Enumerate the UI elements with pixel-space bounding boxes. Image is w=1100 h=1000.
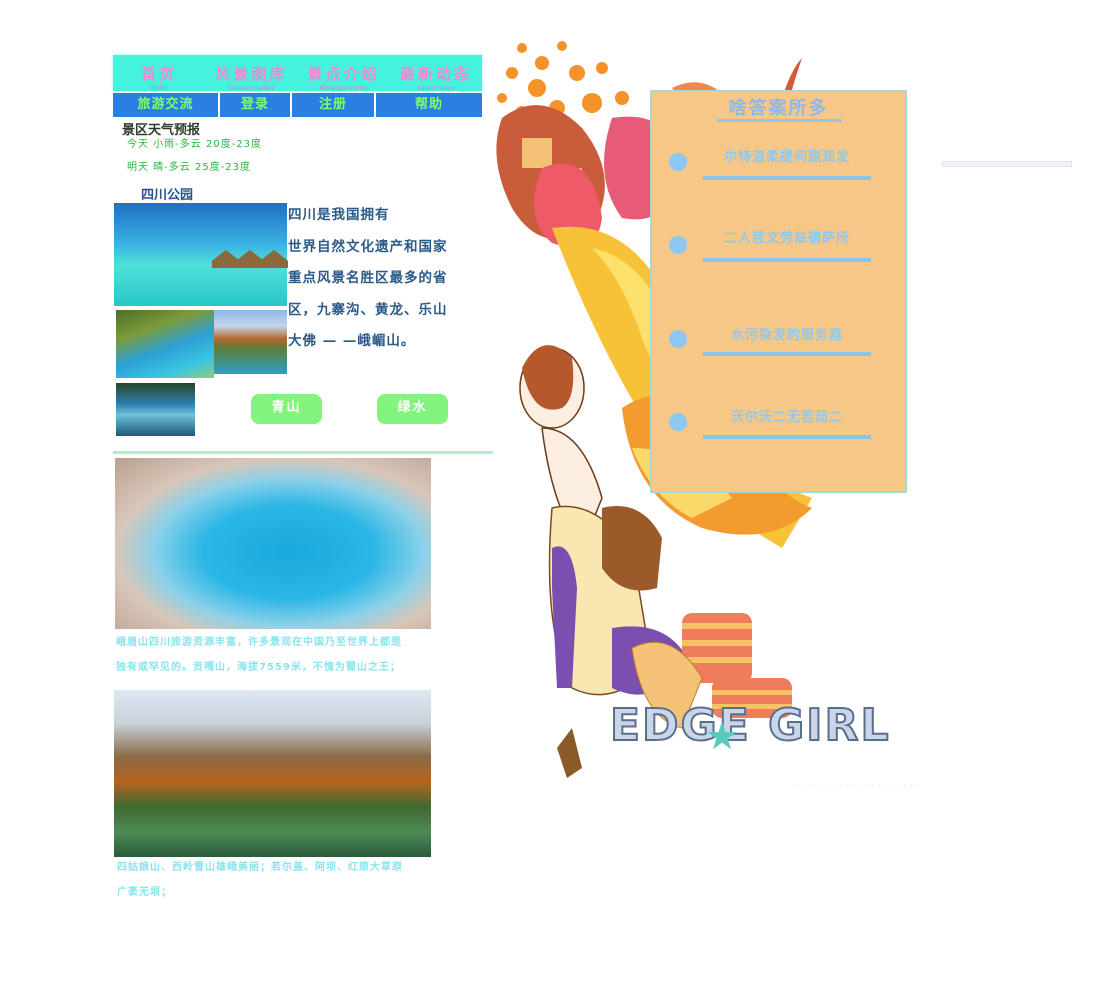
- article-line: 四姑娘山、西岭雪山雄峨美丽；若尔盖、阿坝、红原大草原: [117, 862, 403, 873]
- intro-line: 大佛 — —峨嵋山。: [288, 333, 416, 349]
- green-mountain-button[interactable]: 青山: [251, 394, 322, 424]
- edge-girl-logo: EDGE GIRL: [609, 699, 891, 752]
- nav-item-attractions[interactable]: 景点介绍 Attractions Intro: [298, 55, 390, 92]
- intro-line: 区，九寨沟、黄龙、乐山: [288, 301, 448, 318]
- nav-item-home[interactable]: 首页 HOME: [113, 55, 205, 92]
- panel-item-label: 沃尔沃二无若茹二: [730, 410, 843, 425]
- bullet-dot-icon: [669, 153, 687, 171]
- lake-photo: [116, 310, 214, 378]
- intro-line: 四川是我国拥有: [288, 207, 390, 223]
- nav-item-sublabel: Scenery Gallery: [227, 85, 276, 92]
- subnav-register[interactable]: 注册: [292, 93, 374, 117]
- mountain-lake-photo: [214, 310, 287, 374]
- article-text: 峨眉山四川旅游资源丰富，许多景观在中国乃至世界上都是 独有或罕见的。贡嘎山，海拔…: [116, 630, 402, 680]
- bullet-dot-icon: [669, 330, 687, 348]
- panel-item-underline: [703, 176, 871, 180]
- article-text: 四姑娘山、西岭雪山雄峨美丽；若尔盖、阿坝、红原大草原 广袤无垠；: [117, 855, 403, 905]
- weather-tomorrow: 明天 晴-多云 25度-23度: [127, 162, 252, 173]
- panel-item-label: 水污染发的服务器: [730, 328, 843, 343]
- park-title: 四川公园: [141, 188, 194, 203]
- park-intro: 四川是我国拥有 世界自然文化遗产和国家 重点风景名胜区最多的省 区，九寨沟、黄龙…: [288, 200, 488, 358]
- autumn-mountain-photo: [114, 690, 431, 857]
- panel-item-underline: [703, 258, 871, 262]
- bullet-dot-icon: [669, 236, 687, 254]
- watermark: · · · · · · · · · · · · · · · · · · · ·: [794, 782, 920, 790]
- intro-line: 世界自然文化遗产和国家: [288, 238, 448, 255]
- nav-item-sublabel: HOME: [150, 85, 169, 92]
- article-line: 广袤无垠；: [117, 887, 172, 898]
- nav-item-label: 最新动态: [399, 65, 472, 83]
- green-water-button[interactable]: 绿水: [377, 394, 448, 424]
- top-nav: 首页 HOME 风景图库 Scenery Gallery 景点介绍 Attrac…: [113, 55, 482, 92]
- nav-item-gallery[interactable]: 风景图库 Scenery Gallery: [205, 55, 297, 92]
- subnav-login[interactable]: 登录: [220, 93, 290, 117]
- panel-item-underline: [703, 435, 871, 439]
- intro-line: 重点风景名胜区最多的省: [288, 270, 448, 286]
- right-divider: [942, 161, 1072, 167]
- sub-nav: 旅游交流 登录 注册 帮助: [113, 93, 482, 117]
- nav-item-label: 首页: [141, 65, 178, 83]
- nav-item-label: 景点介绍: [307, 65, 380, 83]
- panel-item-underline: [703, 352, 871, 356]
- reflection-photo: [116, 383, 195, 436]
- beach-photo: [114, 203, 288, 306]
- nav-item-label: 风景图库: [215, 65, 288, 83]
- weather-today: 今天 小雨-多云 20度-23度: [127, 139, 263, 150]
- subnav-help[interactable]: 帮助: [376, 93, 482, 117]
- divider: [113, 451, 493, 454]
- subnav-travel-exchange[interactable]: 旅游交流: [113, 93, 218, 117]
- nav-item-sublabel: Latest News: [417, 85, 455, 92]
- panel-title: 啥答案所多: [728, 98, 829, 119]
- nav-item-sublabel: Attractions Intro: [319, 85, 368, 92]
- panel-item-label: 二人茬文劳兹德萨所: [723, 231, 850, 246]
- jiuzhai-lake-photo: [115, 458, 431, 629]
- qa-panel: 啥答案所多 尔特温柔提问题润发 二人茬文劳兹德萨所 水污染发的服务器 沃尔沃二无…: [650, 90, 907, 493]
- star-icon: ★: [705, 714, 740, 758]
- nav-item-news[interactable]: 最新动态 Latest News: [390, 55, 482, 92]
- bullet-dot-icon: [669, 413, 687, 431]
- article-line: 峨眉山四川旅游资源丰富，许多景观在中国乃至世界上都是: [116, 637, 402, 648]
- panel-title-underline: [717, 119, 842, 122]
- panel-item-label: 尔特温柔提问题润发: [723, 150, 850, 165]
- article-line: 独有或罕见的。贡嘎山，海拔7559米，不愧为蜀山之王；: [116, 662, 401, 673]
